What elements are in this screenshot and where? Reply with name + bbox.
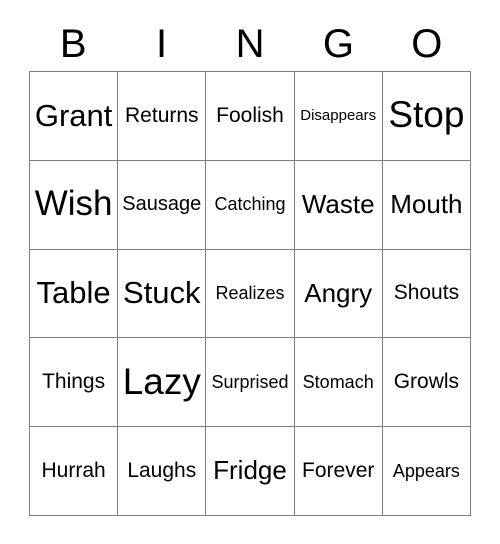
bingo-cell-label: Sausage [122, 193, 202, 216]
bingo-cell[interactable]: Table [30, 249, 119, 339]
bingo-header-letter-i: I [156, 22, 168, 66]
bingo-cell-label: Stuck [123, 275, 201, 311]
bingo-cell-label: Realizes [215, 283, 285, 304]
bingo-cell-label: Wish [34, 184, 113, 224]
bingo-cell-label: Stomach [302, 371, 374, 392]
bingo-cell[interactable]: Surprised [206, 338, 295, 428]
bingo-cell-label: Surprised [211, 371, 289, 392]
bingo-cell[interactable]: Fridge [206, 427, 295, 516]
bingo-cell[interactable]: Mouth [382, 160, 471, 250]
bingo-cell-label: Forever [302, 459, 375, 483]
bingo-cell-label: Angry [304, 277, 373, 308]
bingo-cell-label: Catching [214, 194, 286, 215]
bingo-cell-label: Growls [393, 370, 460, 394]
bingo-cell[interactable]: Realizes [206, 249, 295, 339]
bingo-cell-label: Table [36, 275, 111, 311]
bingo-header-letter-b: B [59, 22, 87, 66]
bingo-header: BINGO [29, 17, 471, 71]
bingo-cell[interactable]: Grant [30, 72, 119, 161]
bingo-header-letter-g: G [322, 22, 354, 66]
bingo-cell[interactable]: Appears [382, 427, 471, 516]
bingo-cell-label: Things [42, 370, 106, 394]
bingo-cell[interactable]: Shouts [382, 249, 471, 339]
bingo-cell[interactable]: Returns [118, 72, 207, 161]
bingo-cell-label: Returns [125, 103, 199, 127]
bingo-cell[interactable]: Sausage [118, 160, 207, 250]
bingo-cell[interactable]: Laughs [118, 427, 207, 516]
bingo-cell-label: Disappears [300, 107, 377, 125]
bingo-cell[interactable]: Things [30, 338, 119, 428]
bingo-grid: Grant Returns Foolish Disappears Stop Wish Sau… [29, 71, 471, 516]
bingo-cell-label: Lazy [122, 360, 201, 402]
bingo-cell[interactable]: Forever [294, 427, 383, 516]
bingo-cell-label: Laughs [127, 459, 197, 483]
bingo-cell-label: Appears [392, 460, 460, 481]
bingo-cell[interactable]: Lazy [118, 338, 207, 428]
bingo-cell-label: Mouth [390, 189, 463, 220]
bingo-cell[interactable]: Catching [206, 160, 295, 250]
bingo-cell-label: Foolish [216, 103, 284, 127]
bingo-cell[interactable]: Foolish [206, 72, 295, 161]
bingo-cell-label: Hurrah [41, 459, 106, 483]
bingo-cell[interactable]: Disappears [294, 72, 383, 161]
bingo-card: B I N G O Grant Returns Foolish Disappears Stop W… [0, 0, 500, 544]
bingo-cell[interactable]: Stuck [118, 249, 207, 339]
bingo-header-letter-o: O [411, 22, 443, 66]
bingo-cell-label: Fridge [213, 455, 287, 486]
bingo-cell[interactable]: Angry [294, 249, 383, 339]
bingo-cell[interactable]: Waste [294, 160, 383, 250]
bingo-cell-label: Stop [388, 94, 465, 136]
bingo-cell[interactable]: Hurrah [30, 427, 119, 516]
bingo-cell[interactable]: Wish [30, 160, 119, 250]
bingo-cell[interactable]: Growls [382, 338, 471, 428]
bingo-cell-label: Shouts [393, 281, 460, 305]
bingo-cell[interactable]: Stomach [294, 338, 383, 428]
bingo-cell-label: Waste [301, 189, 375, 220]
bingo-cell-label: Grant [34, 97, 113, 133]
bingo-cell[interactable]: Stop [382, 72, 471, 161]
bingo-header-letter-n: N [235, 22, 265, 66]
